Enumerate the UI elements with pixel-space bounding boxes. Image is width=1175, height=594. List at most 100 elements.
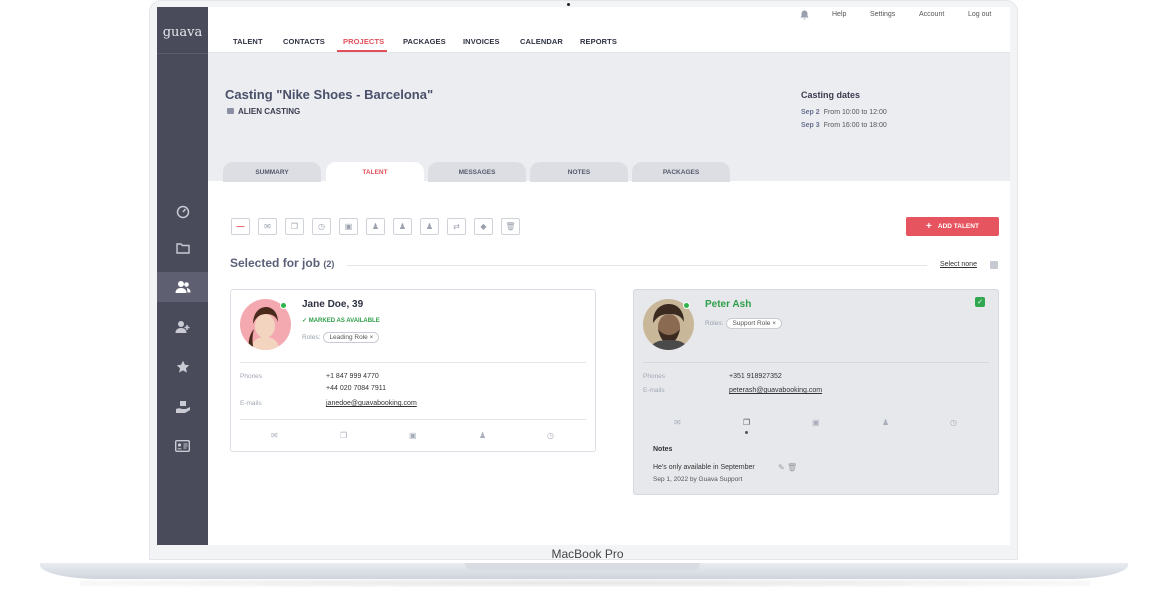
logout-link[interactable]: Log out [968, 11, 991, 18]
shuffle-icon: ⇄ [453, 222, 460, 231]
clock-icon[interactable]: ◷ [547, 431, 554, 440]
camera [567, 3, 570, 6]
sidebar-item-contacts[interactable] [157, 431, 208, 461]
nav-projects[interactable]: PROJECTS [343, 37, 384, 46]
casting-date-time: From 16:00 to 18:00 [823, 122, 887, 129]
sidebar-item-payments[interactable] [157, 392, 208, 422]
add-talent-label: ADD TALENT [937, 223, 979, 230]
id-card-icon [175, 440, 190, 452]
copy-icon: ❐ [290, 222, 299, 231]
nav-reports[interactable]: REPORTS [580, 37, 617, 46]
folder-icon [175, 243, 190, 254]
tab-summary[interactable]: SUMMARY [223, 162, 321, 182]
box-icon[interactable]: ▣ [409, 431, 417, 440]
select-all-checkbox[interactable] [990, 261, 998, 269]
nav-active-underline [337, 50, 387, 52]
settings-link[interactable]: Settings [870, 11, 895, 18]
role-tag-label: Support Role [732, 320, 771, 327]
casting-date-time: From 10:00 to 12:00 [823, 109, 887, 116]
schedule-button[interactable]: ◷ [312, 218, 331, 235]
person-button[interactable]: ♟ [366, 218, 385, 235]
card-divider [240, 362, 586, 363]
selected-checkbox[interactable]: ✓ [975, 297, 985, 307]
tab-packages[interactable]: PACKAGES [632, 162, 730, 182]
select-none-link[interactable]: Select none [940, 261, 977, 268]
tab-notes[interactable]: NOTES [530, 162, 628, 182]
envelope-icon[interactable]: ✉ [674, 418, 681, 427]
person-icon[interactable]: ♟ [479, 431, 486, 440]
person-icon: ♟ [371, 222, 380, 231]
section-title: Selected for job (2) [230, 256, 334, 270]
card-divider [240, 419, 586, 420]
nav-contacts[interactable]: CONTACTS [283, 37, 325, 46]
clock-icon: ◷ [318, 222, 325, 231]
sidebar-item-add-talent[interactable] [157, 312, 208, 342]
tag-button[interactable]: ◆ [474, 218, 493, 235]
nav-invoices[interactable]: INVOICES [463, 37, 500, 46]
page-title: Casting "Nike Shoes - Barcelona" [225, 87, 434, 102]
email-link[interactable]: peterash@guavabooking.com [729, 387, 822, 394]
roles: Roles: Leading Role × [302, 332, 380, 343]
roles-label: Roles: [302, 334, 321, 341]
sidebar-item-favorites[interactable] [157, 352, 208, 382]
phone-number: +44 020 7084 7911 [326, 385, 387, 392]
role-tag[interactable]: Support Role × [726, 318, 782, 329]
logo-divider [157, 53, 208, 54]
phones-label: Phones [643, 373, 666, 380]
online-status-dot [683, 302, 690, 309]
clock-icon[interactable]: ◷ [950, 418, 957, 427]
role-tag[interactable]: Leading Role × [323, 332, 380, 343]
briefcase-icon [227, 108, 234, 114]
users-icon [175, 281, 190, 293]
nav-packages[interactable]: PACKAGES [403, 37, 446, 46]
package-button[interactable]: ▣ [339, 218, 358, 235]
notes-title: Notes [653, 446, 673, 453]
account-link[interactable]: Account [919, 11, 944, 18]
section-title-text: Selected for job [230, 256, 321, 270]
phones-label: Phones [240, 373, 263, 380]
tag-icon: ◆ [480, 222, 487, 231]
laptop-shadow [80, 579, 1090, 587]
trash-icon[interactable]: 🗑 [787, 463, 797, 472]
copy-icon[interactable]: ❐ [743, 418, 750, 427]
help-link[interactable]: Help [832, 11, 846, 18]
pencil-icon[interactable]: ✎ [778, 463, 785, 472]
envelope-icon[interactable]: ✉ [271, 431, 278, 440]
talent-card[interactable]: Jane Doe, 39 ✓ MARKED AS AVAILABLE Roles… [230, 289, 596, 452]
online-status-dot [280, 302, 287, 309]
email-button[interactable]: ✉ [258, 218, 277, 235]
bell-icon[interactable] [800, 10, 809, 22]
role-tag-label: Leading Role [329, 334, 368, 341]
roles-label: Roles: [705, 320, 724, 327]
person-icon[interactable]: ♟ [882, 418, 889, 427]
availability-badge: ✓ MARKED AS AVAILABLE [302, 318, 380, 324]
delete-button[interactable]: 🗑 [501, 218, 520, 235]
email-link[interactable]: janedoe@guavabooking.com [326, 400, 417, 407]
copy-button[interactable]: ❐ [285, 218, 304, 235]
deselect-all-button[interactable]: — [231, 218, 250, 235]
talent-name[interactable]: Jane Doe, 39 [302, 299, 363, 310]
top-navigation: TALENT CONTACTS PROJECTS PACKAGES INVOIC… [208, 7, 1010, 53]
sidebar-item-dashboard[interactable] [157, 197, 208, 227]
shuffle-button[interactable]: ⇄ [447, 218, 466, 235]
envelope-icon: ✉ [264, 222, 271, 231]
phone-number: +1 847 999 4770 [326, 373, 379, 380]
nav-talent[interactable]: TALENT [233, 37, 263, 46]
device-label: MacBook Pro [551, 547, 624, 561]
tab-talent[interactable]: TALENT [326, 162, 424, 182]
emails-label: E-mails [240, 400, 262, 407]
copy-icon[interactable]: ❐ [340, 431, 347, 440]
sidebar-item-talent[interactable] [157, 272, 208, 302]
add-talent-button[interactable]: + ADD TALENT [906, 217, 999, 236]
talent-card-selected[interactable]: Peter Ash ✓ Roles: Support Role × Phones … [633, 289, 999, 495]
sidebar-item-projects[interactable] [157, 233, 208, 263]
add-user-icon [175, 321, 189, 333]
remove-person-button[interactable]: ♟ [393, 218, 412, 235]
box-icon[interactable]: ▣ [812, 418, 820, 427]
nav-calendar[interactable]: CALENDAR [520, 37, 563, 46]
client-name: ALIEN CASTING [238, 107, 301, 116]
note-actions: ✎ 🗑 [778, 463, 797, 472]
add-person-button[interactable]: ♟ [420, 218, 439, 235]
talent-name[interactable]: Peter Ash [705, 299, 751, 310]
tab-messages[interactable]: MESSAGES [428, 162, 526, 182]
